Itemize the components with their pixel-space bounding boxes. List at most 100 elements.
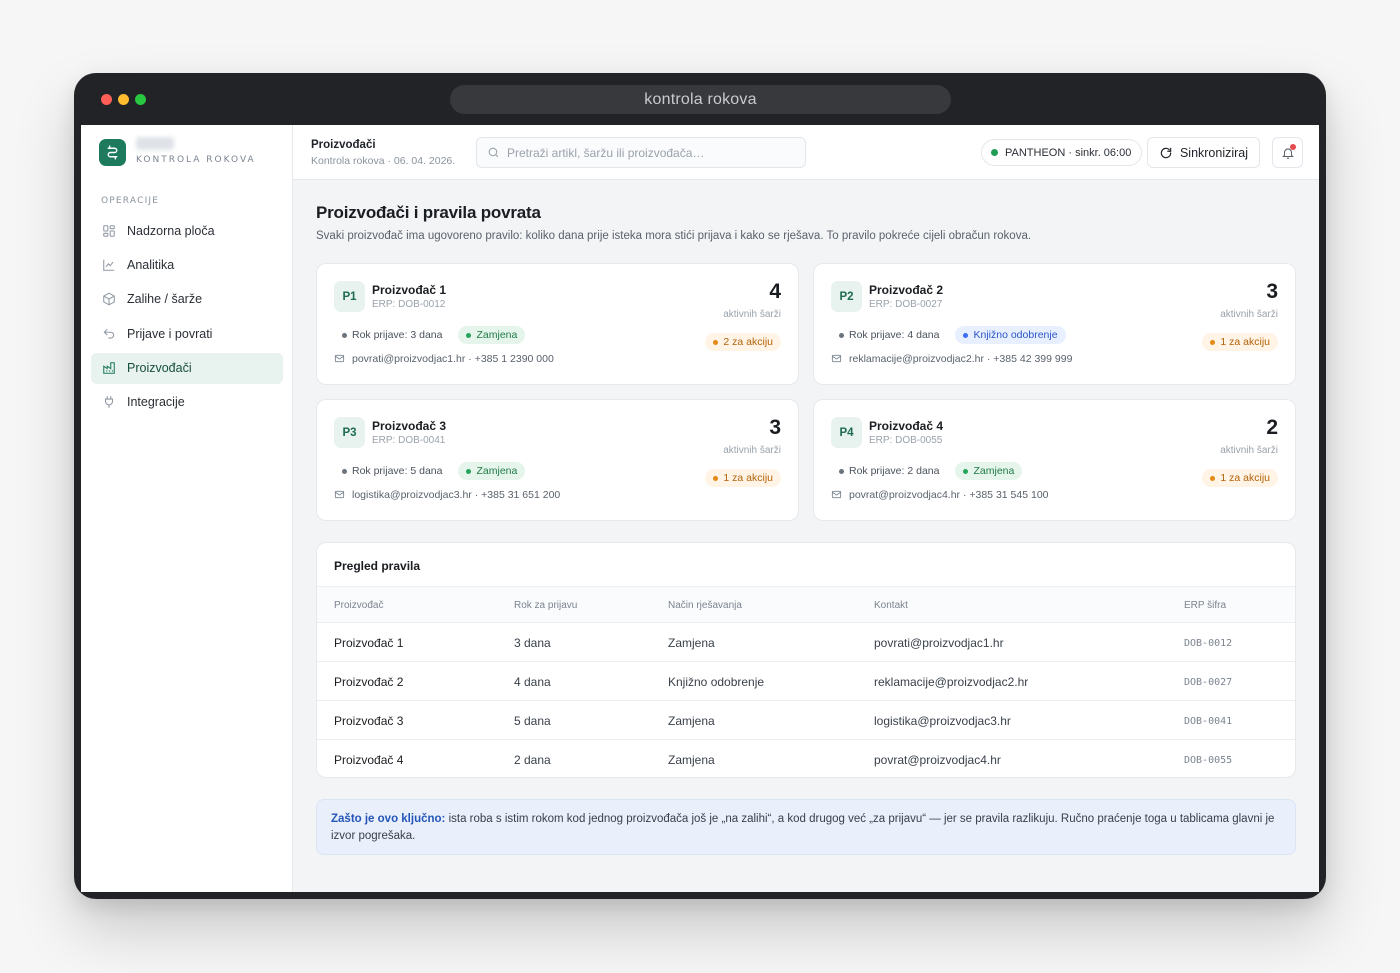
refresh-icon — [1159, 146, 1173, 160]
cell-contact: povrati@proizvodjac1.hr — [874, 636, 1004, 650]
deadline-text: Rok prijave: 5 dana — [352, 465, 443, 477]
cell-erp-code: DOB-0027 — [1184, 677, 1233, 688]
status-dot — [991, 149, 998, 156]
sync-button-label: Sinkroniziraj — [1179, 145, 1249, 160]
manufacturer-card[interactable]: P3 Proizvođač 3 ERP: DOB-0041 Rok prijav… — [316, 399, 799, 521]
info-note: Zašto je ovo ključno: ista roba s istim … — [316, 799, 1296, 855]
method-text: Zamjena — [476, 465, 518, 477]
close-window-button[interactable] — [101, 94, 112, 105]
main-content: Proizvođači i pravila povrata Svaki proi… — [293, 180, 1319, 892]
box-icon — [101, 291, 117, 307]
cell-manufacturer: Proizvođač 4 — [334, 753, 404, 767]
method-chip: Zamjena — [955, 462, 1023, 480]
brand-subtitle: KONTROLA ROKOVA — [136, 155, 256, 165]
action-needed-badge[interactable]: 1 za akciju — [1202, 333, 1278, 351]
maximize-window-button[interactable] — [135, 94, 146, 105]
manufacturer-tag: P2 — [831, 281, 862, 312]
manufacturer-name: Proizvođač 1 — [372, 283, 447, 297]
page-breadcrumb-subtitle: Kontrola rokova · 06. 04. 2026. — [311, 155, 456, 167]
sidebar-nav: Nadzorna ploča Analitika Zalihe / šarže — [91, 215, 283, 421]
table-row[interactable]: Proizvođač 4 2 dana Zamjena povrat@proiz… — [317, 740, 1295, 777]
mail-icon — [334, 353, 346, 365]
active-batches-count: 2 — [1266, 416, 1278, 439]
sidebar-item-manufacturers[interactable]: Proizvođači — [91, 352, 283, 384]
search-input[interactable]: Pretraži artikl, šaržu ili proizvođača… — [476, 137, 806, 168]
info-note-text: ista roba s istim rokom kod jednog proiz… — [331, 813, 1275, 842]
manufacturer-card[interactable]: P2 Proizvođač 2 ERP: DOB-0027 Rok prijav… — [813, 263, 1296, 385]
manufacturer-erp-code: ERP: DOB-0027 — [869, 299, 943, 310]
rules-table-title: Pregled pravila — [334, 559, 421, 573]
cell-contact: reklamacije@proizvodjac2.hr — [874, 675, 1029, 689]
cell-contact: povrat@proizvodjac4.hr — [874, 753, 1001, 767]
deadline-chip: Rok prijave: 3 dana — [334, 327, 450, 343]
column-header-method[interactable]: Način rješavanja — [668, 600, 742, 611]
active-batches-label: aktivnih šarži — [1220, 445, 1278, 456]
contact-text: reklamacije@proizvodjac2.hr · +385 42 39… — [849, 353, 1073, 365]
column-header-deadline[interactable]: Rok za prijavu — [514, 600, 577, 611]
action-needed-badge[interactable]: 1 za akciju — [1202, 469, 1278, 487]
page-title: Proizvođači i pravila povrata — [316, 203, 541, 222]
manufacturer-rules: Rok prijave: 5 dana Zamjena — [334, 462, 526, 480]
sidebar-item-stock[interactable]: Zalihe / šarže — [91, 284, 283, 315]
sidebar-item-analytics[interactable]: Analitika — [91, 249, 283, 280]
notification-badge — [1290, 144, 1296, 150]
column-header-manufacturer[interactable]: Proizvođač — [334, 600, 383, 611]
app-logo-icon[interactable] — [99, 139, 126, 166]
deadline-chip: Rok prijave: 2 dana — [831, 463, 947, 479]
method-chip: Zamjena — [458, 462, 526, 480]
method-text: Knjižno odobrenje — [973, 329, 1058, 341]
cell-method: Zamjena — [668, 753, 715, 767]
address-bar[interactable]: kontrola rokova — [450, 85, 951, 114]
cell-deadline: 2 dana — [514, 753, 551, 767]
manufacturer-card[interactable]: P1 Proizvođač 1 ERP: DOB-0012 Rok prijav… — [316, 263, 799, 385]
cell-erp-code: DOB-0012 — [1184, 638, 1233, 649]
cell-contact: logistika@proizvodjac3.hr — [874, 714, 1011, 728]
sidebar-item-integrations[interactable]: Integracije — [91, 387, 283, 418]
table-header: Proizvođač Rok za prijavu Način rješavan… — [317, 586, 1295, 623]
column-header-erp-code[interactable]: ERP šifra — [1184, 600, 1226, 611]
column-header-contact[interactable]: Kontakt — [874, 600, 908, 611]
minimize-window-button[interactable] — [118, 94, 129, 105]
top-bar: Proizvođači Kontrola rokova · 06. 04. 20… — [293, 125, 1319, 180]
notifications-button[interactable] — [1272, 137, 1303, 168]
manufacturer-name: Proizvođač 3 — [372, 419, 447, 433]
table-row[interactable]: Proizvođač 1 3 dana Zamjena povrati@proi… — [317, 623, 1295, 662]
cell-method: Zamjena — [668, 714, 715, 728]
active-batches-count: 3 — [1266, 280, 1278, 303]
return-arrow-icon — [101, 326, 117, 342]
action-needed-badge[interactable]: 2 za akciju — [705, 333, 781, 351]
manufacturer-erp-code: ERP: DOB-0055 — [869, 435, 943, 446]
manufacturer-erp-code: ERP: DOB-0012 — [372, 299, 446, 310]
mail-icon — [334, 489, 346, 501]
cell-deadline: 3 dana — [514, 636, 551, 650]
cell-erp-code: DOB-0055 — [1184, 755, 1233, 766]
manufacturer-name: Proizvođač 4 — [869, 419, 944, 433]
sidebar-item-returns[interactable]: Prijave i povrati — [91, 318, 283, 349]
manufacturer-tag: P4 — [831, 417, 862, 448]
table-row[interactable]: Proizvođač 3 5 dana Zamjena logistika@pr… — [317, 701, 1295, 740]
cell-manufacturer: Proizvođač 1 — [334, 636, 404, 650]
manufacturer-contact: reklamacije@proizvodjac2.hr · +385 42 39… — [831, 353, 1072, 365]
manufacturer-tag: P3 — [334, 417, 365, 448]
brand-name-blurred — [136, 137, 174, 150]
info-note-lead: Zašto je ovo ključno: — [331, 813, 446, 825]
chart-line-icon — [101, 257, 117, 273]
sidebar-item-label: Analitika — [127, 257, 175, 272]
table-row[interactable]: Proizvođač 2 4 dana Knjižno odobrenje re… — [317, 662, 1295, 701]
cell-manufacturer: Proizvođač 3 — [334, 714, 404, 728]
cell-manufacturer: Proizvođač 2 — [334, 675, 404, 689]
manufacturer-erp-code: ERP: DOB-0041 — [372, 435, 446, 446]
cell-deadline: 5 dana — [514, 714, 551, 728]
deadline-chip: Rok prijave: 4 dana — [831, 327, 947, 343]
dashboard-grid-icon — [101, 223, 117, 239]
active-batches-count: 3 — [769, 416, 781, 439]
sidebar-item-label: Integracije — [127, 395, 185, 410]
action-needed-badge[interactable]: 1 za akciju — [705, 469, 781, 487]
manufacturer-card[interactable]: P4 Proizvođač 4 ERP: DOB-0055 Rok prijav… — [813, 399, 1296, 521]
page-description: Svaki proizvođač ima ugovoreno pravilo: … — [316, 230, 1032, 242]
sidebar-item-label: Nadzorna ploča — [127, 223, 215, 238]
deadline-text: Rok prijave: 4 dana — [849, 329, 940, 341]
sync-button[interactable]: Sinkroniziraj — [1147, 137, 1260, 168]
sidebar-item-dashboard[interactable]: Nadzorna ploča — [91, 215, 283, 246]
app-root: KONTROLA ROKOVA OPERACIJE Nadzorna ploča… — [81, 125, 1319, 892]
